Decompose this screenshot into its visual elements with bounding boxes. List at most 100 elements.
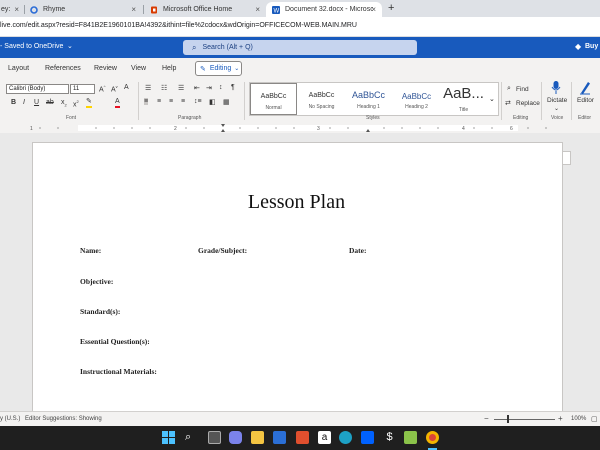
align-right-icon[interactable]: ≡ [169,98,173,105]
zoom-slider-thumb[interactable] [507,415,509,423]
show-marks-icon[interactable]: ¶ [231,84,235,91]
bold-icon[interactable]: B [11,99,16,106]
tab-layout[interactable]: Layout [8,65,29,72]
new-tab-button[interactable]: + [388,2,394,14]
tab-close-icon[interactable]: × [255,5,260,14]
start-icon[interactable] [162,431,175,444]
mail-icon[interactable] [273,431,286,444]
replace-icon[interactable]: ⇄ [505,99,511,107]
tab-view[interactable]: View [131,65,146,72]
dropbox-icon[interactable] [361,431,374,444]
editor-pen-icon[interactable] [579,80,591,95]
style-name: Title [458,107,469,113]
search-placeholder: Search (Alt + Q) [202,44,253,51]
editing-group-label: Editing [513,115,529,121]
field-standards: Standard(s): [80,307,121,316]
grow-font-icon[interactable]: A^ [99,84,106,93]
comment-marker[interactable] [562,151,571,165]
chrome-icon[interactable] [426,431,439,444]
svg-text:W: W [274,8,280,14]
replace-button[interactable]: Replace [516,100,540,107]
editor-group-label: Editor [578,115,592,121]
task-view-icon[interactable] [208,431,221,444]
shrink-font-icon[interactable]: Av [111,84,118,93]
feedback-icon[interactable]: ▢ [591,415,598,423]
strikethrough-icon[interactable]: ab [46,99,54,106]
word-favicon-icon: W [272,5,280,14]
style-title[interactable]: AaB... Title [440,83,487,115]
find-icon[interactable]: ⌕ [507,85,511,93]
tab-close-icon[interactable]: × [131,5,136,14]
tab-close-icon[interactable]: × [14,5,19,14]
shading-icon[interactable]: ◧ [209,98,216,106]
calendar-icon[interactable] [296,431,309,444]
font-color-icon[interactable]: A [115,97,120,108]
align-center-icon[interactable]: ≡ [157,98,161,105]
tab-office-home[interactable]: Microsoft Office Home × [144,2,266,17]
edge-icon[interactable] [339,431,352,444]
buy-link[interactable]: Buy [585,43,598,50]
svg-text:3: 3 [317,126,320,132]
editor-suggestions-status[interactable]: Editor Suggestions: Showing [25,416,102,422]
svg-text:2: 2 [174,126,177,132]
tab-close-icon[interactable]: × [371,5,376,14]
borders-icon[interactable]: ▦ [223,98,230,106]
numbering-icon[interactable]: ☷ [161,84,167,92]
font-size-select[interactable]: 11 [70,84,95,94]
zoom-slider[interactable] [494,419,555,420]
microphone-icon[interactable] [551,80,561,95]
field-instructional-materials: Instructional Materials: [80,367,157,376]
editor-button[interactable]: Editor [577,97,594,104]
store-icon[interactable] [404,431,417,444]
sort-icon[interactable]: ↕ [219,84,223,91]
increase-indent-icon[interactable]: ⇥ [206,84,212,92]
zoom-out-button[interactable]: − [484,414,489,423]
style-preview: AaB... [443,85,484,102]
find-button[interactable]: Find [516,86,529,93]
save-status[interactable]: - Saved to OneDrive [0,43,63,50]
tab-references[interactable]: References [45,65,81,72]
dictate-button[interactable]: Dictate [547,97,567,104]
zoom-in-button[interactable]: + [558,414,563,423]
font-name-select[interactable]: Calibri (Body) [6,84,69,94]
field-essential-question: Essential Question(s): [80,337,150,346]
paragraph-group-label: Paragraph [178,115,202,121]
language-status[interactable]: y (U.S.) [0,416,20,422]
style-heading-1[interactable]: AaBbCc Heading 1 [345,83,392,115]
search-box[interactable]: ⌕ Search (Alt + Q) [183,40,417,55]
chevron-down-icon[interactable]: ⌄ [67,42,73,50]
line-spacing-icon[interactable]: ↕≡ [194,98,202,105]
chat-icon[interactable] [229,431,242,444]
subscript-icon[interactable]: x2 [61,99,67,107]
tab-partial[interactable]: ey: × [0,2,22,17]
style-normal[interactable]: AaBbCc Normal [250,83,297,115]
tab-review[interactable]: Review [94,65,117,72]
styles-more-icon[interactable]: ⌄ [489,95,495,103]
search-icon[interactable]: ⌕ [185,431,198,444]
address-bar[interactable]: live.com/edit.aspx?resid=F841B2E1960101B… [0,17,600,37]
chevron-down-icon[interactable]: ⌄ [554,105,559,112]
italic-icon[interactable]: I [23,99,25,106]
style-preview: AaBbCc [260,93,287,100]
align-left-icon[interactable]: ≡ [144,98,149,105]
tab-rhyme[interactable]: Rhyme × [24,2,142,17]
app-icon[interactable]: $ [383,431,396,444]
decrease-indent-icon[interactable]: ⇤ [194,84,200,92]
highlight-icon[interactable]: ✎ [86,97,92,108]
bullets-icon[interactable]: ☰ [145,84,151,92]
underline-icon[interactable]: U [34,99,39,106]
superscript-icon[interactable]: x2 [73,99,79,108]
style-no-spacing[interactable]: AaBbCc No Spacing [298,83,345,115]
justify-icon[interactable]: ≡ [181,98,185,105]
tab-document[interactable]: W Document 32.docx - Microsoft W × [266,2,382,17]
editing-mode-button[interactable]: ✎ Editing ⌄ [195,61,242,76]
file-explorer-icon[interactable] [251,431,264,444]
styles-group-label: Styles [366,115,380,121]
ruler[interactable]: 1 2 3 4 6 [0,123,600,133]
tab-help[interactable]: Help [162,65,176,72]
multilevel-list-icon[interactable]: ☰ [178,84,184,92]
amazon-icon[interactable]: a [318,431,331,444]
clear-format-icon[interactable]: A [124,84,129,91]
style-heading-2[interactable]: AaBbCc Heading 2 [393,83,440,115]
zoom-level[interactable]: 100% [571,416,586,422]
